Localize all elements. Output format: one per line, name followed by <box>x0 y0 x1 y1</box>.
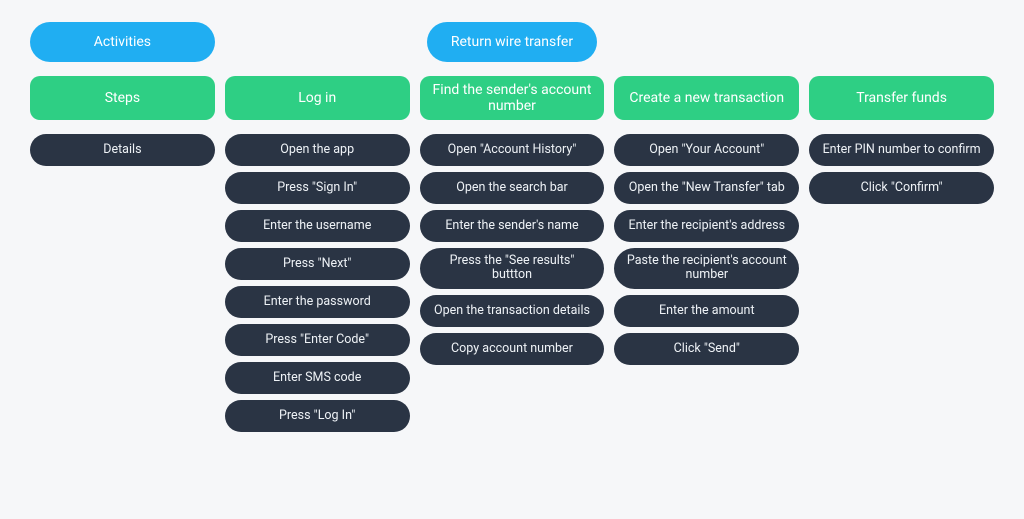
detail-item[interactable]: Enter the amount <box>614 295 799 327</box>
detail-item[interactable]: Enter the sender's name <box>420 210 605 242</box>
detail-item[interactable]: Copy account number <box>420 333 605 365</box>
detail-item[interactable]: Open the transaction details <box>420 295 605 327</box>
steps-row-label: Steps <box>30 76 215 120</box>
step-column: Log in Open the app Press "Sign In" Ente… <box>225 22 410 432</box>
detail-item[interactable]: Enter the recipient's address <box>614 210 799 242</box>
step-column: Create a new transaction Open "Your Acco… <box>614 22 799 432</box>
step-column: Return wire transfer Find the sender's a… <box>420 22 605 432</box>
details-list: Enter PIN number to confirm Click "Confi… <box>809 134 994 204</box>
step-column: Transfer funds Enter PIN number to confi… <box>809 22 994 432</box>
detail-item[interactable]: Enter SMS code <box>225 362 410 394</box>
detail-item[interactable]: Press "Next" <box>225 248 410 280</box>
story-map-board: Activities Steps Details Log in Open the… <box>30 22 994 432</box>
detail-item[interactable]: Enter the password <box>225 286 410 318</box>
activities-row-label: Activities <box>30 22 215 62</box>
details-list: Open "Account History" Open the search b… <box>420 134 605 365</box>
detail-item[interactable]: Open the search bar <box>420 172 605 204</box>
step-header[interactable]: Create a new transaction <box>614 76 799 120</box>
detail-item[interactable]: Paste the recipient's account number <box>614 248 799 289</box>
activity-card[interactable]: Return wire transfer <box>427 22 597 62</box>
details-row-label: Details <box>30 134 215 166</box>
detail-item[interactable]: Press "Enter Code" <box>225 324 410 356</box>
detail-item[interactable]: Open "Your Account" <box>614 134 799 166</box>
detail-item[interactable]: Click "Send" <box>614 333 799 365</box>
detail-item[interactable]: Open the app <box>225 134 410 166</box>
detail-item[interactable]: Press "Log In" <box>225 400 410 432</box>
detail-item[interactable]: Open the "New Transfer" tab <box>614 172 799 204</box>
labels-column: Activities Steps Details <box>30 22 215 432</box>
detail-item[interactable]: Press the "See results" buttton <box>420 248 605 289</box>
detail-item[interactable]: Open "Account History" <box>420 134 605 166</box>
detail-item[interactable]: Enter PIN number to confirm <box>809 134 994 166</box>
detail-item[interactable]: Press "Sign In" <box>225 172 410 204</box>
step-header[interactable]: Transfer funds <box>809 76 994 120</box>
step-header[interactable]: Find the sender's account number <box>420 76 605 120</box>
details-list: Open the app Press "Sign In" Enter the u… <box>225 134 410 432</box>
step-header[interactable]: Log in <box>225 76 410 120</box>
detail-item[interactable]: Click "Confirm" <box>809 172 994 204</box>
detail-item[interactable]: Enter the username <box>225 210 410 242</box>
details-list: Open "Your Account" Open the "New Transf… <box>614 134 799 365</box>
